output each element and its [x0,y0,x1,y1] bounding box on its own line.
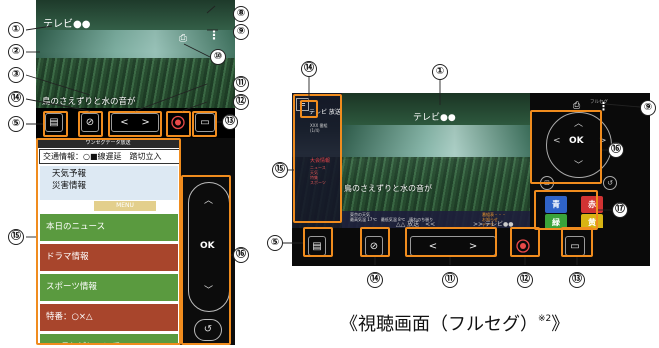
callout-16b: ⑯ [608,142,624,158]
caption-text: 《視聴画面（フルセグ） [340,314,538,335]
back-icon[interactable]: ↺ [603,176,617,190]
highlight-box [43,111,68,137]
channel-name: テレビ●● [43,19,91,30]
highlight-box [300,100,318,118]
more-menu-icon[interactable]: ⋮ [208,28,220,42]
highlight-box [530,110,602,184]
highlight-box [405,227,497,257]
highlight-box [510,227,540,257]
callout-11: ⑪ [233,76,249,92]
caption: 《視聴画面（フルセグ）※2》 [340,310,569,336]
callout-15: ⑮ [8,229,24,245]
highlight-box [36,138,181,345]
callout-12: ⑫ [233,94,249,110]
callout-11b: ⑪ [442,272,458,288]
callout-14c: ⑭ [367,272,383,288]
callout-15b: ⑮ [272,162,288,178]
highlight-box [78,111,103,137]
highlight-box [108,111,162,137]
callout-13b: ⑬ [569,272,585,288]
highlight-box [166,111,191,137]
callout-9: ⑨ [233,24,249,40]
callout-14b: ⑭ [301,61,317,77]
caption-note: ※2 [538,314,552,324]
highlight-box [561,227,593,257]
highlight-box [534,190,598,230]
subtitle-text: 鳥のさえずりと水の音が [344,184,432,193]
highlight-box [360,227,390,257]
caption-close: 》 [551,314,570,335]
lock-icon[interactable]: ⎙ [179,33,187,44]
callout-2: ② [8,44,24,60]
callout-1: ① [8,22,24,38]
highlight-box [181,175,231,345]
highlight-box [192,111,217,137]
callout-3: ③ [8,67,24,83]
callout-14: ⑭ [8,91,24,107]
callout-17: ⑰ [612,202,628,218]
callout-16: ⑯ [233,247,249,263]
callout-12b: ⑫ [517,272,533,288]
callout-5b: ⑤ [267,235,283,251]
callout-10: ⑩ [210,49,226,65]
highlight-box [303,227,333,257]
callout-1b: ① [432,64,448,80]
subtitle-text: 鳥のさえずりと水の音が [42,97,136,107]
callout-9b: ⑨ [640,100,656,116]
callout-8: ⑧ [233,6,249,22]
channel-name: テレビ●● [413,113,456,123]
callout-13: ⑬ [222,114,238,130]
callout-5: ⑤ [8,116,24,132]
